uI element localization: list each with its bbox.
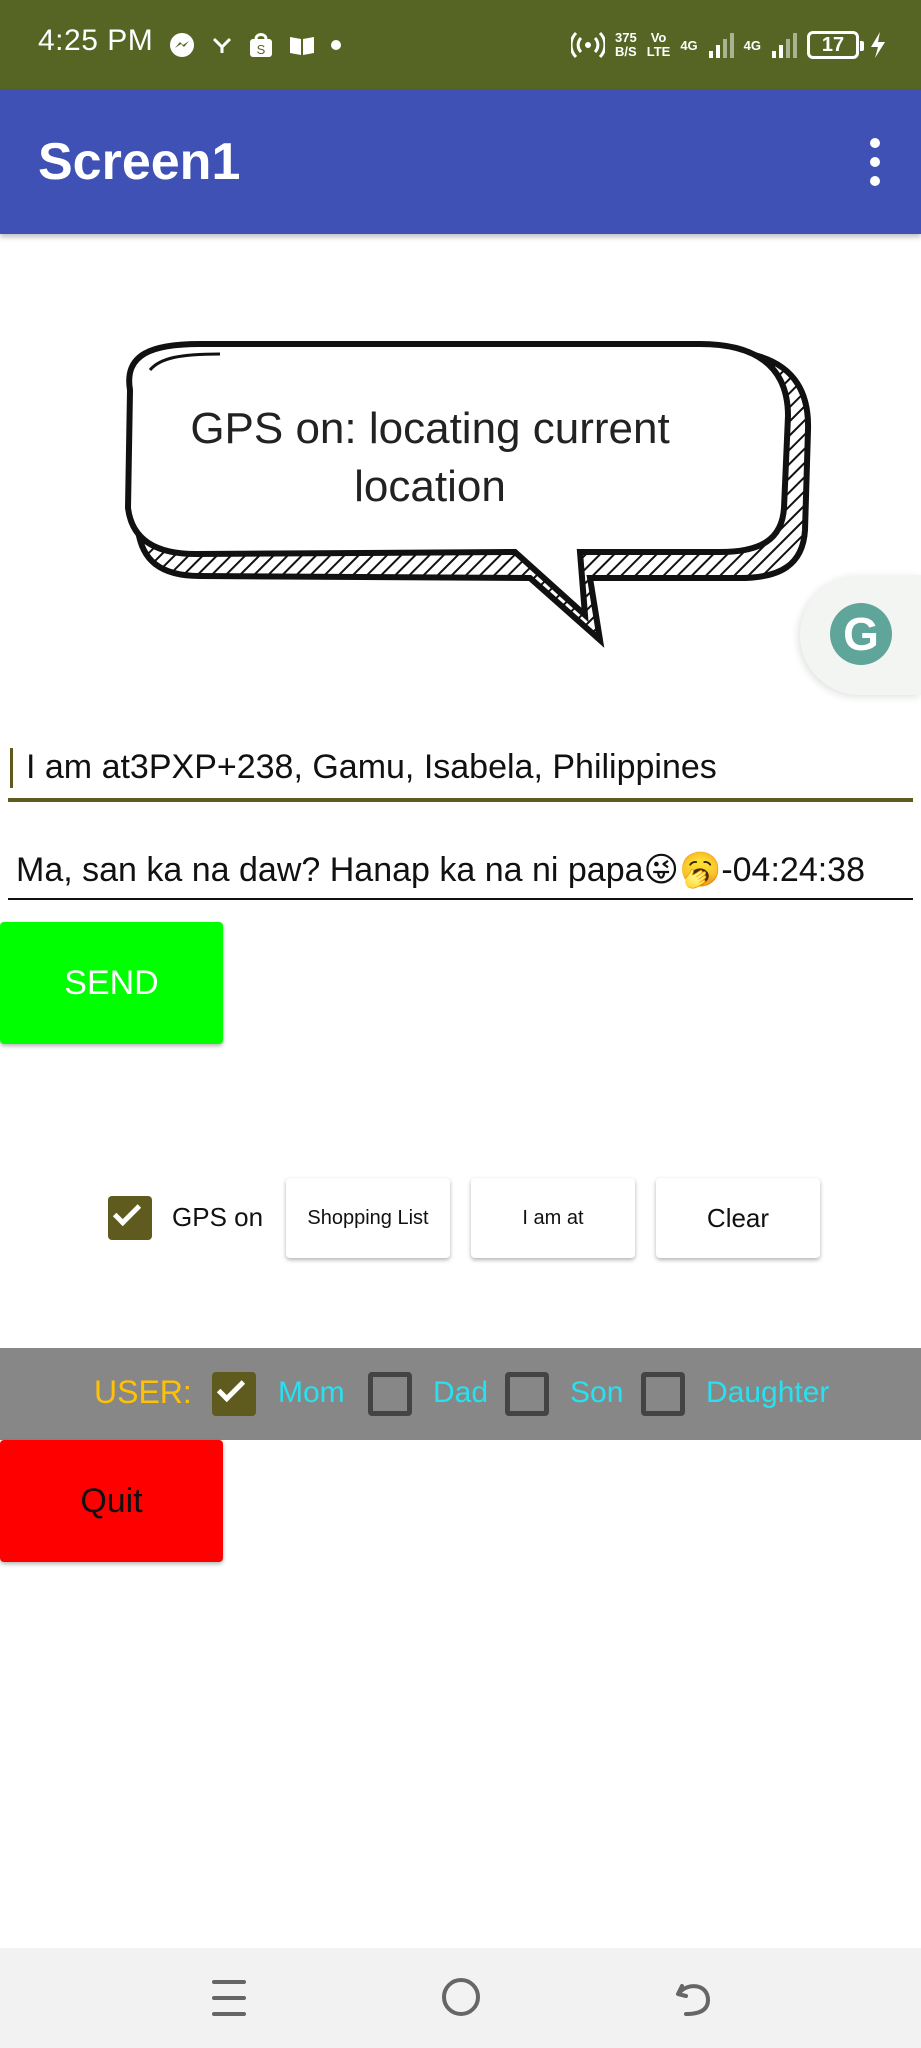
grammarly-icon: G: [830, 603, 892, 665]
svg-text:S: S: [257, 42, 266, 57]
location-text-field[interactable]: I am at3PXP+238, Gamu, Isabela, Philippi…: [8, 738, 913, 802]
check-icon: [112, 1197, 142, 1227]
volte-top: Vo: [650, 30, 667, 45]
user-option-label-daughter[interactable]: Daughter: [706, 1376, 829, 1410]
status-bar: 4:25 PM S 375 B/S Vo LTE 4G 4G 17: [0, 0, 921, 90]
user-checkbox-dad[interactable]: [368, 1372, 412, 1416]
charging-icon: [871, 32, 885, 58]
battery-icon: 17: [807, 31, 864, 59]
text-caret: [10, 748, 13, 788]
signal-icon: [708, 33, 734, 58]
user-label: USER:: [94, 1374, 192, 1410]
send-button[interactable]: SEND: [0, 922, 223, 1044]
location-text-value: I am at3PXP+238, Gamu, Isabela, Philippi…: [26, 748, 717, 786]
grammarly-widget[interactable]: G: [800, 575, 921, 695]
signal2-label: 4G: [743, 37, 761, 53]
volte-indicator: Vo LTE: [647, 31, 671, 59]
signal1-label: 4G: [680, 37, 698, 53]
net-speed-value: 375: [615, 30, 637, 45]
user-checkbox-mom[interactable]: [212, 1372, 256, 1416]
user-option-label-dad[interactable]: Dad: [433, 1376, 488, 1410]
app-title: Screen1: [38, 133, 241, 191]
user-checkbox-son[interactable]: [505, 1372, 549, 1416]
quit-button[interactable]: Quit: [0, 1440, 223, 1562]
net-speed-unit: B/S: [615, 44, 637, 59]
status-notification-icons: S: [168, 28, 342, 62]
volte-bottom: LTE: [646, 44, 671, 59]
user-option-label-son[interactable]: Son: [570, 1376, 623, 1410]
user-selection-bar: USER: Mom Dad Son Daughter: [0, 1348, 921, 1440]
app-bar: Screen1: [0, 90, 921, 234]
gps-checkbox[interactable]: [108, 1196, 152, 1240]
recent-apps-icon[interactable]: [212, 1980, 246, 2016]
check-icon: [216, 1373, 246, 1403]
clear-button[interactable]: Clear: [656, 1178, 820, 1258]
network-icon: [212, 37, 232, 53]
shop-icon: S: [250, 33, 272, 57]
system-navigation-bar: [0, 1948, 921, 2048]
net-speed: 375 B/S: [615, 31, 637, 59]
i-am-at-button[interactable]: I am at: [471, 1178, 635, 1258]
message-text-value: Ma, san ka na daw? Hanap ka na ni papa😜🥱…: [16, 851, 865, 889]
status-time: 4:25 PM: [38, 24, 154, 57]
user-checkbox-daughter[interactable]: [641, 1372, 685, 1416]
shopping-list-button[interactable]: Shopping List: [286, 1178, 450, 1258]
hotspot-icon: [571, 31, 606, 59]
user-option-label-mom[interactable]: Mom: [278, 1376, 345, 1410]
home-icon[interactable]: [442, 1978, 480, 2016]
bubble-text: GPS on: locating current location: [190, 404, 670, 511]
book-icon: [290, 37, 314, 55]
signal-icon: [772, 33, 797, 58]
message-text-field[interactable]: Ma, san ka na daw? Hanap ka na ni papa😜🥱…: [8, 842, 913, 900]
speech-bubble-image: GPS on: locating current location: [120, 340, 820, 650]
battery-level: 17: [821, 33, 845, 56]
dot-icon: [331, 40, 341, 50]
back-icon[interactable]: [668, 1972, 718, 2022]
status-system-icons: 375 B/S Vo LTE 4G 4G 17: [571, 22, 887, 68]
messenger-icon: [170, 33, 194, 57]
gps-checkbox-label[interactable]: GPS on: [172, 1202, 263, 1233]
overflow-menu-icon[interactable]: [855, 134, 895, 190]
